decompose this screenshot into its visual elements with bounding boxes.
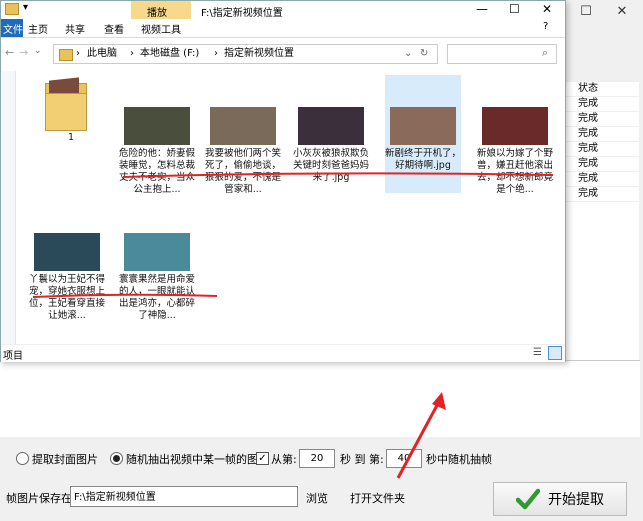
- status-text: 项目: [3, 351, 23, 362]
- save-label: 帧图片保存在:: [6, 492, 76, 505]
- help-icon[interactable]: ?: [543, 21, 548, 32]
- breadcrumb-item[interactable]: 此电脑: [87, 45, 117, 63]
- random-frame-radio[interactable]: [110, 452, 123, 465]
- ribbon-tabs: 文件 主页 共享 查看 视频工具 ?: [1, 19, 565, 38]
- open-folder-button[interactable]: 打开文件夹: [350, 490, 405, 506]
- file-explorer-window: ▾ 播放 F:\指定新视频位置 — ☐ ✕ 文件 主页 共享 查看 视频工具 ?…: [0, 0, 566, 362]
- status-cell: 完成: [566, 142, 639, 157]
- play-tab-group-label: 播放: [147, 8, 167, 19]
- to-label: 秒 到 第:: [340, 453, 384, 466]
- address-bar-row: ← → ⌄ › 此电脑 › 本地磁盘 (F:) › 指定新视频位置 ⌄ ↻ ⌕: [1, 41, 565, 67]
- file-list-panel: [0, 360, 640, 437]
- cover-radio[interactable]: [16, 452, 29, 465]
- details-view-icon[interactable]: ☰: [533, 347, 542, 358]
- close-icon[interactable]: ✕: [605, 0, 639, 22]
- close-icon[interactable]: ✕: [542, 2, 552, 16]
- folder-icon: [59, 49, 73, 61]
- breadcrumb-item[interactable]: 本地磁盘 (F:): [140, 45, 199, 63]
- search-input[interactable]: ⌕: [447, 44, 557, 64]
- quick-access-icon[interactable]: ▾: [23, 2, 28, 13]
- maximize-icon[interactable]: ☐: [569, 0, 603, 22]
- folder-icon: [5, 3, 19, 15]
- annotation-arrow: [396, 392, 446, 479]
- tab-share[interactable]: 共享: [65, 21, 85, 36]
- status-cell: 完成: [566, 187, 639, 202]
- start-extract-label: 开始提取: [548, 492, 604, 508]
- large-icons-view-icon[interactable]: [548, 346, 562, 360]
- window-title: F:\指定新视频位置: [201, 8, 283, 19]
- tab-home[interactable]: 主页: [28, 21, 48, 36]
- status-cell: 完成: [566, 157, 639, 172]
- from-seconds-input[interactable]: 20: [299, 449, 335, 468]
- checkmark-icon: [516, 488, 540, 510]
- breadcrumb-item[interactable]: 指定新视频位置: [224, 45, 294, 63]
- annotation-underlines: [32, 172, 554, 298]
- from-label: 从第:: [271, 453, 297, 466]
- navigation-pane[interactable]: [1, 71, 16, 346]
- save-path-input[interactable]: F:\指定新视频位置: [70, 486, 298, 507]
- status-header: 状态: [566, 82, 639, 97]
- tab-view[interactable]: 查看: [104, 21, 124, 36]
- status-cell: 完成: [566, 127, 639, 142]
- status-cell: 完成: [566, 112, 639, 127]
- back-icon[interactable]: ←: [5, 46, 14, 59]
- context-tab-group: 播放: [131, 1, 191, 19]
- refresh-icon[interactable]: ↻: [420, 45, 428, 63]
- save-settings: 帧图片保存在: F:\指定新视频位置 浏览 打开文件夹 开始提取: [0, 478, 643, 518]
- cover-label: 提取封面图片: [32, 453, 98, 466]
- address-dropdown-icon[interactable]: ⌄: [404, 45, 412, 63]
- maximize-icon[interactable]: ☐: [509, 2, 520, 16]
- random-frame-label: 随机抽出视频中某一帧的图片: [126, 453, 269, 466]
- explorer-statusbar: 项目 ☰: [1, 344, 565, 362]
- tab-video-tools[interactable]: 视频工具: [141, 21, 181, 36]
- minimize-icon[interactable]: —: [476, 2, 488, 16]
- status-cell: 完成: [566, 97, 639, 112]
- address-input[interactable]: › 此电脑 › 本地磁盘 (F:) › 指定新视频位置 ⌄ ↻: [53, 44, 438, 64]
- explorer-titlebar: ▾ 播放 F:\指定新视频位置 — ☐ ✕: [1, 1, 565, 19]
- forward-icon[interactable]: →: [19, 46, 28, 59]
- recent-dropdown-icon[interactable]: ⌄: [34, 46, 42, 56]
- status-cell: 完成: [566, 172, 639, 187]
- extract-options: 提取封面图片 随机抽出视频中某一帧的图片 ✓ 从第: 20 秒 到 第: 40 …: [6, 448, 638, 470]
- tab-file[interactable]: 文件: [3, 21, 23, 36]
- search-icon: ⌕: [542, 46, 549, 59]
- from-checkbox[interactable]: ✓: [256, 452, 269, 465]
- start-extract-button[interactable]: 开始提取: [493, 482, 627, 516]
- browse-button[interactable]: 浏览: [306, 490, 328, 506]
- file-list: 1 危险的他：娇妻假装睡觉，怎料总裁丈夫不老实，当众公主抱上... 我要被他们两…: [19, 71, 565, 343]
